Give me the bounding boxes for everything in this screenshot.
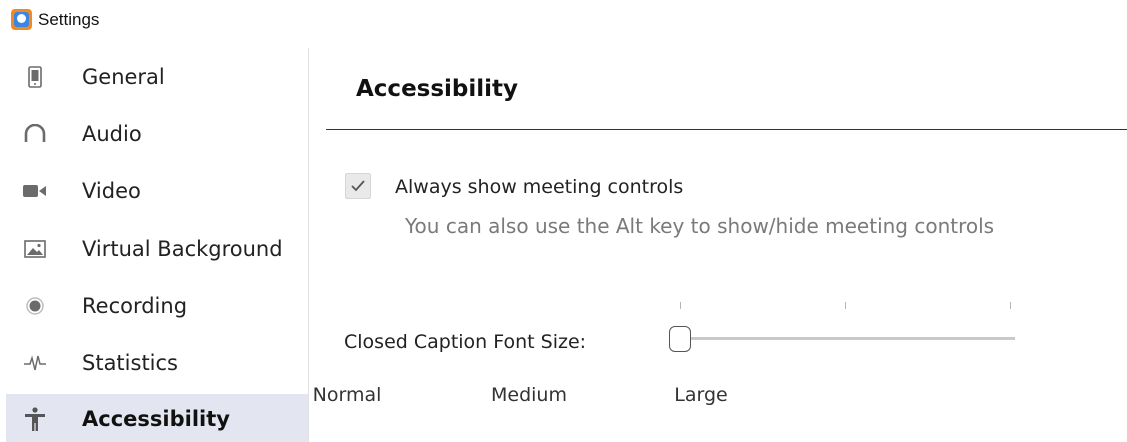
caption-font-size-label: Closed Caption Font Size: [344,331,587,353]
slider-thumb[interactable] [669,326,691,352]
sidebar-item-audio[interactable]: Audio [6,109,308,159]
settings-sidebar: General Audio Video Virtual Background R [0,48,309,442]
person-accessibility-icon [21,405,49,433]
sidebar-item-label: Accessibility [82,407,230,431]
always-show-controls-label[interactable]: Always show meeting controls [395,176,683,198]
sidebar-item-label: General [82,65,165,89]
sidebar-item-video[interactable]: Video [6,166,308,216]
zoom-app-icon [11,9,32,30]
image-icon [21,235,49,263]
headphones-icon [21,120,49,148]
caption-font-size-slider[interactable] [656,288,1026,352]
sidebar-item-statistics[interactable]: Statistics [6,338,308,388]
always-show-controls-checkbox[interactable] [345,173,371,199]
scale-label-large: Large [674,384,728,406]
sidebar-item-recording[interactable]: Recording [6,281,308,331]
sidebar-item-label: Virtual Background [82,237,283,261]
slider-tick [845,302,846,309]
sidebar-item-virtual-background[interactable]: Virtual Background [6,224,308,274]
sidebar-item-label: Audio [82,122,142,146]
slider-track[interactable] [675,337,1015,340]
title-divider [326,129,1127,130]
title-bar: Settings [0,0,1127,44]
sidebar-item-label: Recording [82,294,188,318]
sidebar-item-label: Statistics [82,351,178,375]
meeting-controls-hint: You can also use the Alt key to show/hid… [405,214,995,238]
sidebar-item-accessibility[interactable]: Accessibility [6,394,308,442]
page-title: Accessibility [356,76,519,102]
scale-label-normal: Normal [312,384,382,406]
sidebar-item-general[interactable]: General [6,52,308,102]
video-camera-icon [21,177,49,205]
slider-tick [680,302,681,309]
pulse-icon [21,349,49,377]
record-dot-icon [21,292,49,320]
phone-device-icon [21,63,49,91]
settings-window: Settings General Audio Video Virtual Bac… [0,0,1127,442]
slider-tick [1010,302,1011,309]
sidebar-item-label: Video [82,179,141,203]
window-title: Settings [38,10,100,29]
scale-label-medium: Medium [491,384,567,406]
settings-panel: Accessibility Always show meeting contro… [313,48,1127,442]
checkmark-icon [351,180,365,192]
